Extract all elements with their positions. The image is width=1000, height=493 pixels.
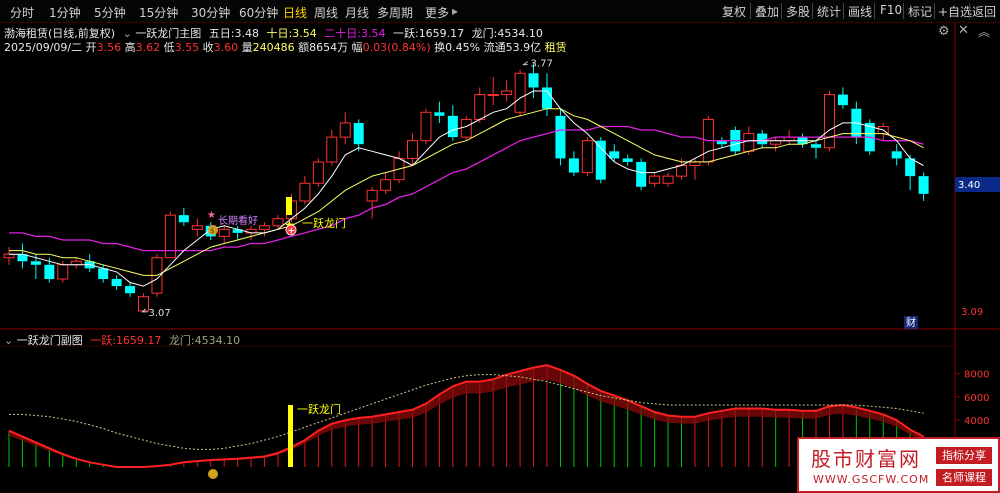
price-axis: 3.40 3.09 8000 6000 4000 bbox=[955, 177, 1000, 427]
chart-frame bbox=[0, 22, 1000, 493]
candle-body bbox=[595, 140, 606, 180]
candles bbox=[3, 62, 929, 312]
candle-body bbox=[823, 94, 835, 149]
price-chart[interactable]: 3.773.07一跃龙门★+长期看好★$财 一跃龙门 3.403.0980006… bbox=[0, 0, 1000, 493]
candle-body bbox=[125, 286, 136, 294]
candle-body bbox=[649, 175, 661, 184]
candle-body bbox=[30, 261, 41, 265]
candle-body bbox=[905, 158, 916, 177]
fortune-label: 长期看好 bbox=[218, 214, 258, 227]
trough-label: 3.07 bbox=[149, 308, 171, 319]
candle-body bbox=[339, 122, 351, 138]
candle-body bbox=[98, 268, 109, 279]
sub-tick-label: 6000 bbox=[964, 393, 989, 404]
candle-body bbox=[272, 218, 284, 227]
watermark-url: WWW.GSCFW.COM bbox=[813, 473, 930, 486]
cai-label: 财 bbox=[906, 316, 916, 329]
candle-body bbox=[434, 112, 445, 116]
price-tick-current: 3.40 bbox=[958, 180, 980, 191]
candle-body bbox=[514, 72, 526, 113]
candle-body bbox=[743, 133, 755, 152]
candle-body bbox=[111, 278, 122, 287]
candle-body bbox=[164, 214, 176, 259]
candle-body bbox=[757, 133, 768, 145]
watermark-title: 股市财富网 bbox=[811, 447, 921, 471]
candle-body bbox=[689, 161, 701, 166]
candle-body bbox=[326, 136, 338, 163]
candle-body bbox=[299, 182, 311, 202]
sub-signal-label: 一跃龙门 bbox=[297, 402, 341, 416]
candle-body bbox=[138, 296, 149, 312]
candle-body bbox=[501, 90, 513, 96]
candle-body bbox=[407, 140, 418, 159]
signal-bar bbox=[286, 197, 292, 215]
candle-body bbox=[218, 228, 230, 237]
candle-body bbox=[568, 158, 579, 173]
candle-body bbox=[528, 73, 539, 88]
candle-body bbox=[380, 179, 392, 191]
ma5-line bbox=[9, 90, 924, 287]
candle-body bbox=[420, 111, 432, 142]
candle-body bbox=[57, 264, 69, 280]
candle-body bbox=[474, 94, 486, 120]
candle-body bbox=[447, 115, 458, 138]
candle-body bbox=[460, 118, 472, 138]
candle-body bbox=[366, 189, 378, 202]
candle-body bbox=[312, 161, 324, 184]
candle-body bbox=[44, 264, 55, 279]
candle-body bbox=[259, 225, 271, 230]
candle-body bbox=[70, 260, 82, 266]
price-tick-low: 3.09 bbox=[961, 307, 983, 318]
candle-body bbox=[487, 94, 499, 97]
moving-averages bbox=[9, 90, 924, 287]
candle-body bbox=[837, 94, 848, 106]
yiyue-subchart: 一跃龙门 bbox=[8, 364, 925, 479]
candle-body bbox=[609, 151, 620, 159]
watermark-tag1: 指标分享 bbox=[936, 447, 992, 464]
candle-body bbox=[891, 151, 902, 159]
candle-body bbox=[622, 158, 633, 162]
candle-body bbox=[662, 175, 674, 184]
candle-body bbox=[636, 161, 647, 187]
peak-marker bbox=[522, 61, 528, 66]
candle-body bbox=[555, 115, 566, 159]
star-icon: ★ bbox=[207, 210, 216, 221]
candle-body bbox=[676, 164, 687, 177]
money-bag-glyph: $ bbox=[210, 227, 214, 235]
chart-annotations: 3.773.07一跃龙门★+长期看好★$财 bbox=[141, 59, 918, 329]
plus-icon: + bbox=[288, 227, 296, 237]
candle-body bbox=[811, 144, 821, 148]
sub-tick-label: 4000 bbox=[964, 416, 989, 427]
sub-signal-bar bbox=[288, 405, 293, 467]
peak-label: 3.77 bbox=[531, 59, 553, 70]
candle-body bbox=[353, 122, 364, 145]
money-bag-icon bbox=[208, 469, 218, 479]
candle-body bbox=[178, 215, 189, 223]
candle-body bbox=[581, 140, 593, 174]
watermark-tag2: 名师课程 bbox=[936, 469, 992, 486]
candle-body bbox=[191, 225, 203, 230]
candle-body bbox=[918, 176, 929, 194]
signal-label: 一跃龙门 bbox=[302, 216, 346, 230]
sub-tick-label: 8000 bbox=[964, 369, 989, 380]
watermark-logo: 股市财富网 WWW.GSCFW.COM 指标分享 名师课程 bbox=[797, 437, 1000, 493]
